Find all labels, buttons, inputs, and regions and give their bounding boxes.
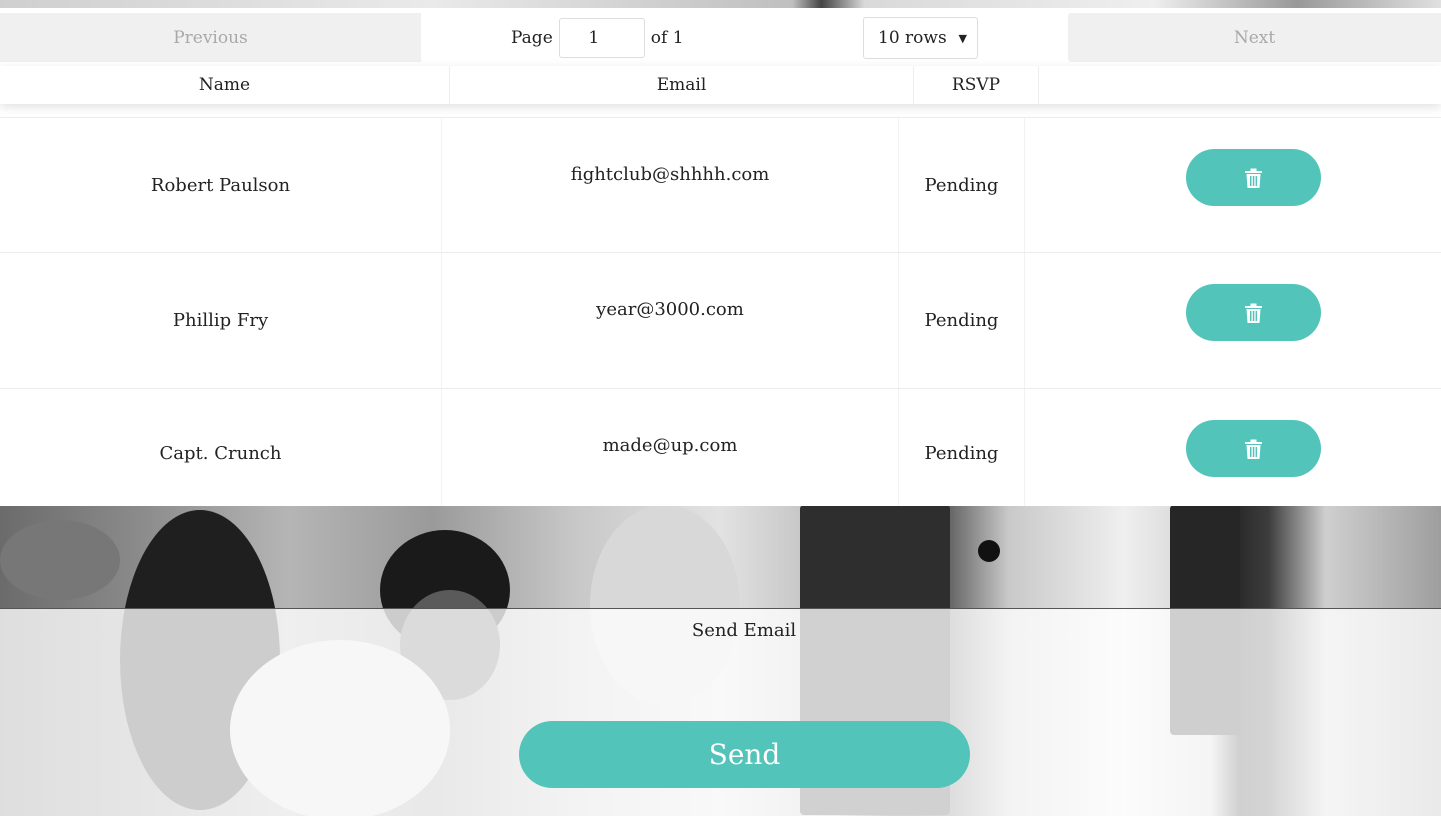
send-email-title: Send Email — [691, 620, 797, 641]
column-header-actions — [1039, 66, 1441, 104]
row-actions — [1025, 118, 1441, 253]
page-label: Page — [511, 28, 553, 48]
page-indicator: Page of 1 — [511, 18, 684, 58]
guest-name: Phillip Fry — [0, 253, 442, 388]
rows-per-page-value: 10 rows — [878, 28, 947, 48]
guest-rsvp-status: Pending — [899, 389, 1025, 506]
column-header-name[interactable]: Name — [0, 66, 450, 104]
page-total: of 1 — [650, 28, 684, 48]
guest-name: Robert Paulson — [0, 118, 442, 253]
table-header: Name Email RSVP — [0, 66, 1441, 104]
guest-rsvp-status: Pending — [899, 118, 1025, 253]
guest-table-body: Robert Paulson fightclub@shhhh.com Pendi… — [0, 104, 1441, 506]
row-actions — [1025, 253, 1441, 388]
delete-guest-button[interactable] — [1186, 420, 1321, 477]
guest-email: fightclub@shhhh.com — [442, 118, 899, 253]
column-header-rsvp[interactable]: RSVP — [914, 66, 1039, 104]
pagination-bar: Previous Page of 1 10 rows ▼ Next — [0, 8, 1441, 66]
delete-guest-button[interactable] — [1186, 149, 1321, 206]
table-row: Robert Paulson fightclub@shhhh.com Pendi… — [0, 117, 1441, 253]
table-row: Phillip Fry year@3000.com Pending — [0, 252, 1441, 388]
guest-name: Capt. Crunch — [0, 389, 442, 506]
send-button[interactable]: Send — [519, 721, 970, 788]
delete-guest-button[interactable] — [1186, 284, 1321, 341]
top-photo-strip — [0, 0, 1441, 8]
table-row: Capt. Crunch made@up.com Pending — [0, 388, 1441, 506]
page-number-input[interactable] — [558, 18, 645, 58]
previous-page-button[interactable]: Previous — [0, 13, 421, 62]
dropdown-arrow-icon: ▼ — [958, 31, 967, 45]
trash-icon — [1245, 168, 1262, 188]
column-header-email[interactable]: Email — [450, 66, 914, 104]
guest-rsvp-status: Pending — [899, 253, 1025, 388]
guest-email: made@up.com — [442, 389, 899, 506]
next-page-button[interactable]: Next — [1068, 13, 1441, 62]
trash-icon — [1245, 439, 1262, 459]
row-actions — [1025, 389, 1441, 506]
trash-icon — [1245, 303, 1262, 323]
rows-per-page-select[interactable]: 10 rows ▼ — [863, 17, 978, 59]
guest-email: year@3000.com — [442, 253, 899, 388]
